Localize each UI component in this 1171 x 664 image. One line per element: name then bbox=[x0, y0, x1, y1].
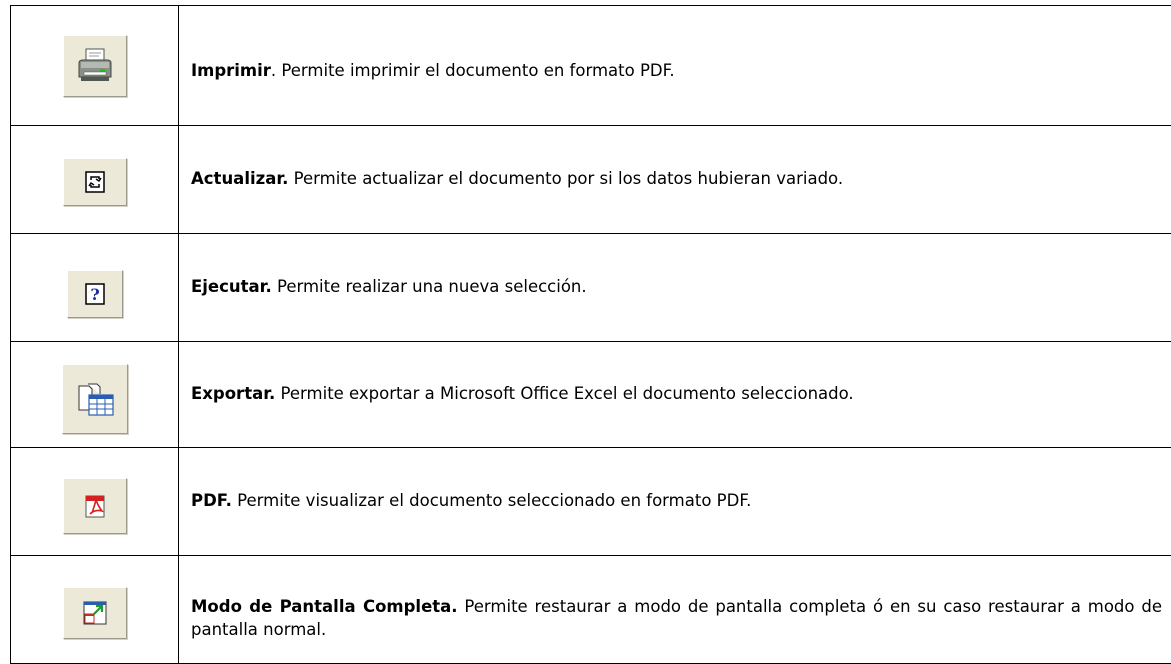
icon-cell: ? bbox=[11, 234, 179, 342]
table-row: Modo de Pantalla Completa. Permite resta… bbox=[11, 556, 1171, 664]
export-excel-icon bbox=[75, 380, 115, 418]
option-title: Ejecutar. bbox=[191, 277, 272, 296]
run-button[interactable]: ? bbox=[67, 270, 123, 318]
option-title: PDF. bbox=[191, 491, 232, 510]
icon-cell bbox=[11, 556, 179, 664]
icon-cell bbox=[11, 126, 179, 234]
pdf-button[interactable] bbox=[63, 478, 127, 534]
print-button[interactable] bbox=[63, 35, 127, 97]
help-icon: ? bbox=[84, 282, 106, 306]
option-description: Permite actualizar el documento por si l… bbox=[288, 169, 843, 188]
icon-cell bbox=[11, 448, 179, 556]
option-title: Exportar. bbox=[191, 384, 275, 403]
option-title: Modo de Pantalla Completa. bbox=[191, 597, 458, 616]
icon-cell bbox=[11, 342, 179, 448]
option-description: Permite realizar una nueva selección. bbox=[272, 277, 587, 296]
table-row: Actualizar. Permite actualizar el docume… bbox=[11, 126, 1171, 234]
description-cell: Actualizar. Permite actualizar el docume… bbox=[179, 126, 1171, 234]
table-row: Exportar. Permite exportar a Microsoft O… bbox=[11, 342, 1171, 448]
toolbar-buttons-table: Imprimir. Permite imprimir el documento … bbox=[10, 5, 1171, 664]
description-cell: PDF. Permite visualizar el documento sel… bbox=[179, 448, 1171, 556]
option-description: Permite exportar a Microsoft Office Exce… bbox=[275, 384, 853, 403]
option-description: . Permite imprimir el documento en forma… bbox=[271, 61, 675, 80]
description-cell: Ejecutar. Permite realizar una nueva sel… bbox=[179, 234, 1171, 342]
description-cell: Exportar. Permite exportar a Microsoft O… bbox=[179, 342, 1171, 448]
pdf-icon bbox=[82, 492, 108, 520]
table-row: Imprimir. Permite imprimir el documento … bbox=[11, 6, 1171, 126]
fullscreen-icon bbox=[81, 599, 109, 627]
svg-text:?: ? bbox=[90, 285, 99, 304]
option-description: Permite visualizar el documento seleccio… bbox=[232, 491, 752, 510]
description-cell: Modo de Pantalla Completa. Permite resta… bbox=[179, 556, 1171, 664]
fullscreen-button[interactable] bbox=[63, 587, 127, 639]
option-title: Actualizar. bbox=[191, 169, 288, 188]
export-button[interactable] bbox=[62, 364, 128, 434]
refresh-icon bbox=[84, 170, 106, 194]
description-cell: Imprimir. Permite imprimir el documento … bbox=[179, 6, 1171, 126]
table-row: PDF. Permite visualizar el documento sel… bbox=[11, 448, 1171, 556]
option-title: Imprimir bbox=[191, 61, 271, 80]
table-row: ? Ejecutar. Permite realizar una nueva s… bbox=[11, 234, 1171, 342]
printer-icon bbox=[75, 47, 115, 85]
refresh-button[interactable] bbox=[63, 158, 127, 206]
icon-cell bbox=[11, 6, 179, 126]
